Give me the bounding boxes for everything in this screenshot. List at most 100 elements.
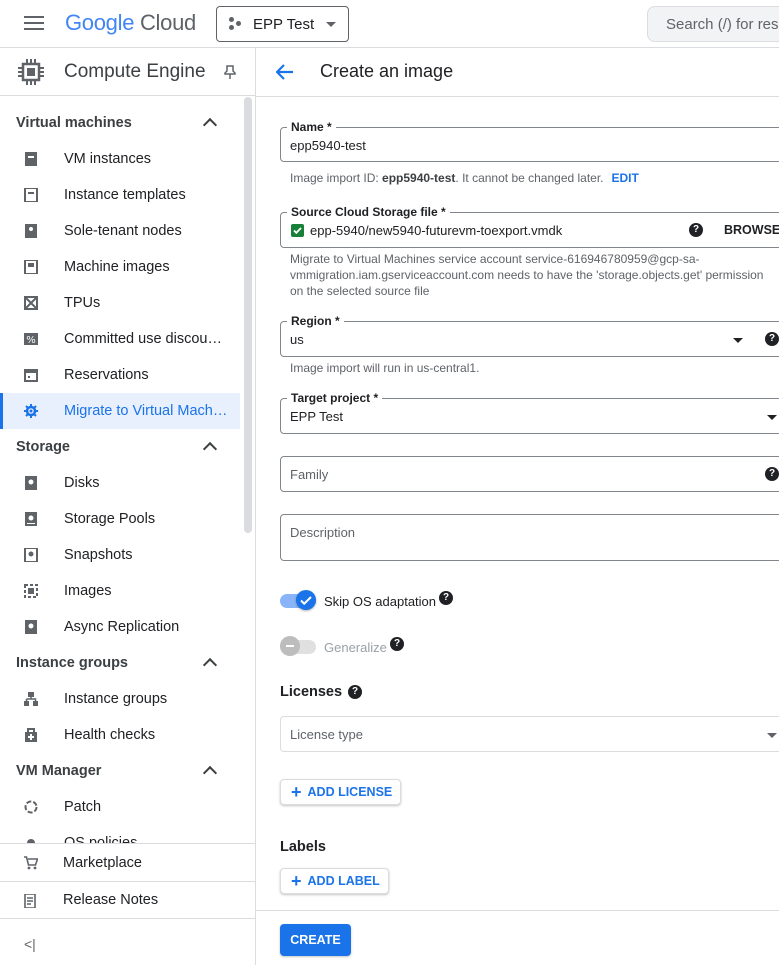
description-input[interactable]: Description [280,514,779,561]
main-menu-icon[interactable] [24,16,44,32]
sidebar-item-vm-instances[interactable]: VM instances [0,141,240,177]
region-label: Region * [287,314,344,328]
sidebar-item-sole-tenant-nodes[interactable]: Sole-tenant nodes [0,213,240,249]
help-icon[interactable]: ? [765,467,779,481]
page-title: Create an image [320,61,454,81]
compute-engine-icon [18,59,44,85]
main-content: Create an image Name * epp5940-test Imag… [256,48,779,965]
source-file-field[interactable]: Source Cloud Storage file * epp-5940/new… [280,205,779,248]
collapse-sidebar-button[interactable]: <| [24,936,36,952]
help-icon[interactable]: ? [390,637,404,651]
source-hint-line: Migrate to Virtual Machines service acco… [290,252,700,266]
help-icon[interactable]: ? [765,332,779,346]
project-picker[interactable]: EPP Test [216,6,349,42]
sidebar-item-images[interactable]: Images [0,573,240,609]
page-header: Create an image [256,48,779,97]
toggle-knob [280,636,300,656]
name-hint-text: Image import ID: [290,171,383,185]
source-file-value: epp-5940/new5940-futurevm-toexport.vmdk [310,223,563,238]
family-input[interactable]: Family ? [280,456,779,492]
sidebar-item-label: Migrate to Virtual Machi… [64,403,229,419]
create-button[interactable]: CREATE [280,924,351,956]
section-vm-manager[interactable]: VM Manager [16,763,101,779]
sidebar-item-label: Disks [64,475,100,491]
template-icon [24,188,38,202]
pin-icon[interactable] [224,65,236,79]
dropdown-arrow-icon [767,415,777,420]
help-icon[interactable]: ? [439,591,453,605]
add-label-button[interactable]: + ADD LABEL [280,868,389,894]
sidebar-item-label: Release Notes [63,892,159,908]
chevron-up-icon[interactable] [202,765,218,781]
license-type-placeholder: License type [290,727,363,742]
generalize-label: Generalize [324,640,387,655]
plus-icon: + [291,871,302,891]
sidebar-item-label: Storage Pools [64,511,156,527]
search-input[interactable]: Search (/) for resources [647,6,779,42]
chevron-up-icon[interactable] [202,657,218,673]
project-picker-icon [229,17,243,31]
sidebar-item-label: Async Replication [64,619,180,635]
name-field[interactable]: Name * epp5940-test [280,120,779,162]
sidebar-item-disks[interactable]: Disks [0,465,240,501]
region-select[interactable]: Region * us ? [280,314,779,357]
target-project-value: EPP Test [290,409,343,424]
sidebar-item-async-replication[interactable]: Async Replication [0,609,240,645]
section-virtual-machines[interactable]: Virtual machines [16,115,132,131]
sidebar-item-instance-groups[interactable]: Instance groups [0,681,240,717]
image-icon [24,584,38,598]
sidebar-item-reservations[interactable]: Reservations [0,357,240,393]
sidebar-item-committed-use-discounts[interactable]: % Committed use discou… [0,321,240,357]
chevron-down-icon [326,22,336,27]
sidebar-item-release-notes[interactable]: Release Notes [0,881,256,918]
dropdown-arrow-icon [733,338,743,343]
sidebar-item-migrate-to-virtual-machines[interactable]: Migrate to Virtual Machi… [0,393,240,429]
sidebar-item-marketplace[interactable]: Marketplace [0,844,256,881]
sidebar-scrollbar[interactable] [244,97,252,533]
sidebar-item-label: Images [64,583,112,599]
chevron-up-icon[interactable] [202,441,218,457]
svg-text:%: % [26,335,36,346]
sidebar-item-label: Instance groups [64,691,168,707]
percent-icon: % [24,333,38,346]
sidebar-item-storage-pools[interactable]: Storage Pools [0,501,240,537]
source-hint-line: on the selected source file [290,284,430,298]
sidebar-item-label: Marketplace [63,854,142,871]
form-footer: CREATE [256,910,779,965]
chevron-up-icon[interactable] [202,117,218,133]
sidebar-item-machine-images[interactable]: Machine images [0,249,240,285]
generalize-toggle[interactable] [280,636,316,656]
back-arrow-icon[interactable] [276,64,294,80]
tpu-icon [24,296,38,310]
add-license-button[interactable]: + ADD LICENSE [280,779,402,805]
section-instance-groups[interactable]: Instance groups [16,655,128,671]
name-value: epp5940-test [290,138,366,153]
help-icon[interactable]: ? [348,685,362,699]
target-project-select[interactable]: Target project * EPP Test [280,391,779,434]
sidebar-item-label: TPUs [64,295,101,311]
sidebar: Compute Engine Virtual machines VM insta… [0,48,256,965]
browse-button[interactable]: BROWSE [724,223,779,237]
dropdown-arrow-icon [767,733,777,738]
storage-pool-icon [25,512,37,526]
sidebar-item-instance-templates[interactable]: Instance templates [0,177,240,213]
sidebar-item-os-policies[interactable]: OS policies [0,825,240,843]
labels-heading: Labels [280,839,326,855]
sidebar-item-tpus[interactable]: TPUs [0,285,240,321]
skip-os-adaptation-toggle[interactable] [280,590,316,610]
product-title: Compute Engine [64,61,206,82]
google-cloud-logo[interactable]: Google Cloud [65,10,196,36]
license-type-select[interactable]: License type [280,716,779,752]
sidebar-item-patch[interactable]: Patch [0,789,240,825]
sidebar-item-health-checks[interactable]: Health checks [0,717,240,753]
help-icon[interactable]: ? [689,223,703,237]
disk-icon [25,476,37,490]
section-storage[interactable]: Storage [16,439,70,455]
family-placeholder: Family [290,467,329,482]
edit-button[interactable]: EDIT [612,171,639,185]
os-policy-icon [27,839,35,843]
sidebar-item-snapshots[interactable]: Snapshots [0,537,240,573]
check-icon [300,596,312,606]
sidebar-header: Compute Engine [0,48,256,96]
migrate-gear-icon [24,404,38,418]
